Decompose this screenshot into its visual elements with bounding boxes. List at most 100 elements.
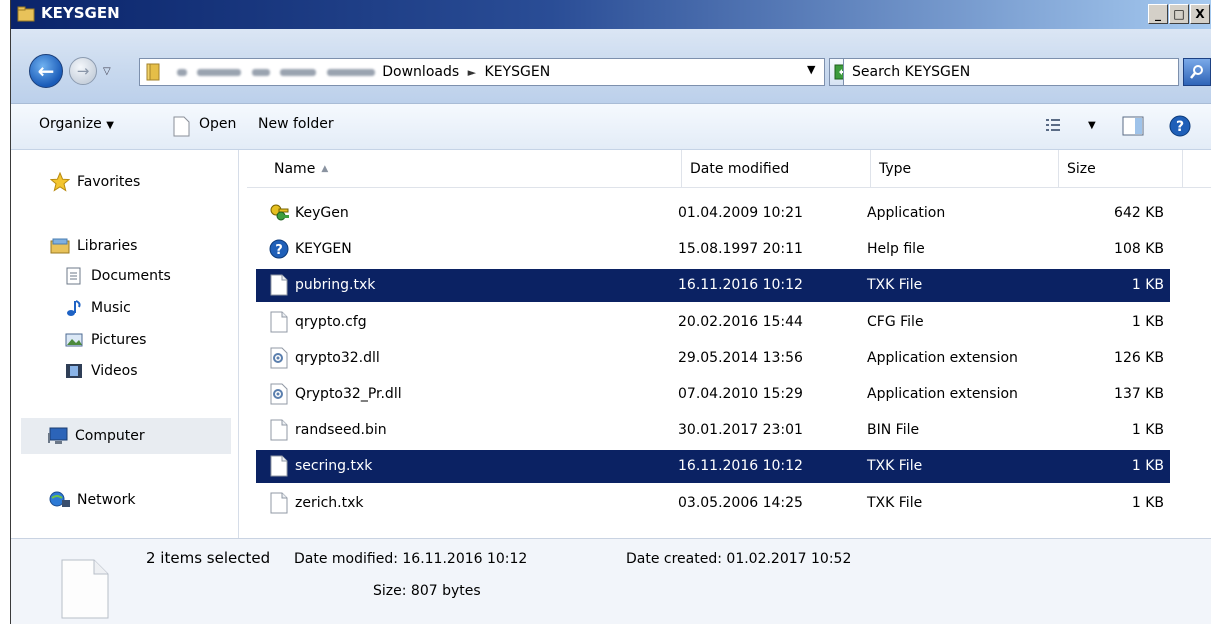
- view-options-icon[interactable]: [1045, 118, 1061, 132]
- nav-label: Music: [91, 300, 131, 316]
- nav-label: Libraries: [77, 238, 138, 254]
- file-icon: [269, 455, 289, 477]
- file-row[interactable]: KeyGen 01.04.2009 10:21 Application 642 KB: [256, 197, 1170, 230]
- file-thumbnail-icon: [61, 559, 109, 619]
- file-name: pubring.txk: [295, 277, 376, 293]
- pictures-icon: [63, 330, 85, 350]
- nav-item-network[interactable]: Network: [49, 490, 135, 510]
- libraries-icon: [49, 236, 71, 256]
- file-type: BIN File: [867, 422, 920, 438]
- help-icon: ?: [269, 238, 289, 260]
- nav-label: Videos: [91, 363, 138, 379]
- file-date-modified: 29.05.2014 13:56: [678, 350, 803, 366]
- nav-item-music[interactable]: Music: [63, 298, 131, 318]
- maximize-button[interactable]: □: [1169, 4, 1189, 24]
- column-label: Name: [274, 161, 316, 177]
- file-row[interactable]: zerich.txk 03.05.2006 14:25 TXK File 1 KB: [256, 487, 1170, 520]
- music-icon: [63, 298, 85, 318]
- explorer-window: KEYSGEN _ □ X ← → ▽ Downloads ► KEYSGEN …: [10, 0, 1211, 624]
- file-size: 108 KB: [1114, 241, 1164, 257]
- view-dropdown-icon[interactable]: ▼: [1088, 120, 1096, 131]
- file-type: TXK File: [867, 277, 923, 293]
- nav-item-favorites[interactable]: Favorites: [49, 172, 140, 192]
- selection-count: 2 items selected: [146, 549, 271, 567]
- column-header-type[interactable]: Type: [871, 150, 1059, 188]
- file-icon: [269, 311, 289, 333]
- recent-pages-dropdown[interactable]: ▽: [103, 66, 111, 77]
- file-size: 137 KB: [1114, 386, 1164, 402]
- search-input[interactable]: Search KEYSGEN: [843, 58, 1179, 86]
- details-pane: 2 items selected Date modified: 16.11.20…: [11, 538, 1211, 624]
- nav-label: Pictures: [91, 332, 147, 348]
- title-bar[interactable]: KEYSGEN _ □ X: [11, 0, 1211, 29]
- breadcrumb-current[interactable]: KEYSGEN: [485, 64, 551, 80]
- file-name: randseed.bin: [295, 422, 387, 438]
- file-row[interactable]: Qrypto32_Pr.dll 07.04.2010 15:29 Applicati…: [256, 378, 1170, 411]
- nav-item-libraries[interactable]: Libraries: [49, 236, 137, 256]
- close-button[interactable]: X: [1190, 4, 1210, 24]
- keys-icon: [269, 202, 289, 224]
- svg-text:?: ?: [1176, 119, 1184, 135]
- file-size: 1 KB: [1131, 277, 1164, 293]
- file-size: 126 KB: [1114, 350, 1164, 366]
- redacted-crumb: [326, 68, 375, 76]
- documents-icon: [63, 266, 85, 286]
- organize-button[interactable]: Organize ▼: [39, 116, 114, 132]
- file-date-modified: 01.04.2009 10:21: [678, 205, 803, 221]
- chevron-down-icon: ▼: [106, 120, 114, 131]
- column-header-size[interactable]: Size: [1059, 150, 1183, 188]
- dll-icon: [269, 347, 289, 369]
- file-type: Application extension: [867, 350, 1018, 366]
- file-row[interactable]: qrypto.cfg 20.02.2016 15:44 CFG File 1 KB: [256, 306, 1170, 339]
- document-icon: [173, 116, 190, 137]
- file-date-modified: 07.04.2010 15:29: [678, 386, 803, 402]
- file-name: qrypto32.dll: [295, 350, 380, 366]
- back-button[interactable]: ←: [29, 54, 63, 88]
- nav-item-computer[interactable]: Computer: [21, 418, 231, 454]
- folder-icon: [17, 6, 35, 22]
- navigation-pane: Favorites Libraries Documents Music Pict…: [11, 150, 239, 538]
- search-icon: [1190, 65, 1203, 79]
- file-icon: [269, 274, 289, 296]
- breadcrumb-downloads[interactable]: Downloads: [382, 64, 459, 80]
- svg-text:?: ?: [275, 243, 283, 258]
- file-row[interactable]: pubring.txk 16.11.2016 10:12 TXK File 1 KB: [256, 269, 1170, 302]
- file-type: Application: [867, 205, 946, 221]
- organize-label: Organize: [39, 116, 102, 132]
- column-header-date[interactable]: Date modified: [682, 150, 871, 188]
- file-type: TXK File: [867, 458, 923, 474]
- search-button[interactable]: [1183, 58, 1211, 86]
- column-header-name[interactable]: Name ▲: [266, 150, 682, 188]
- address-bar[interactable]: Downloads ► KEYSGEN: [139, 58, 825, 86]
- redacted-crumb: [197, 68, 242, 76]
- nav-item-videos[interactable]: Videos: [63, 361, 138, 381]
- chevron-right-icon[interactable]: ►: [468, 66, 476, 79]
- nav-item-pictures[interactable]: Pictures: [63, 330, 146, 350]
- arrow-left-icon: ←: [37, 59, 55, 83]
- redacted-crumb: [251, 68, 270, 76]
- help-icon[interactable]: ?: [1169, 115, 1191, 137]
- open-button[interactable]: Open: [199, 116, 236, 132]
- file-row[interactable]: ? KEYGEN 15.08.1997 20:11 Help file 108 KB: [256, 233, 1170, 266]
- preview-pane-icon[interactable]: [1122, 116, 1144, 136]
- new-folder-button[interactable]: New folder: [258, 116, 334, 132]
- star-icon: [49, 172, 71, 192]
- file-row[interactable]: secring.txk 16.11.2016 10:12 TXK File 1 KB: [256, 450, 1170, 483]
- file-name: KEYGEN: [295, 241, 352, 257]
- window-title: KEYSGEN: [41, 4, 120, 22]
- file-size: 1 KB: [1131, 314, 1164, 330]
- file-date-modified: 16.11.2016 10:12: [678, 277, 803, 293]
- file-type: Application extension: [867, 386, 1018, 402]
- file-name: KeyGen: [295, 205, 349, 221]
- network-icon: [49, 490, 71, 510]
- file-name: qrypto.cfg: [295, 314, 367, 330]
- file-row[interactable]: qrypto32.dll 29.05.2014 13:56 Application …: [256, 342, 1170, 375]
- file-row[interactable]: randseed.bin 30.01.2017 23:01 BIN File 1 KB: [256, 414, 1170, 447]
- minimize-button[interactable]: _: [1148, 4, 1168, 24]
- file-icon: [269, 419, 289, 441]
- command-bar: Organize ▼ Open New folder ▼ ?: [11, 104, 1211, 150]
- forward-button[interactable]: →: [69, 57, 97, 85]
- detail-date-modified: Date modified: 16.11.2016 10:12: [294, 551, 528, 567]
- nav-item-documents[interactable]: Documents: [63, 266, 171, 286]
- address-dropdown-icon[interactable]: ▼: [807, 63, 815, 76]
